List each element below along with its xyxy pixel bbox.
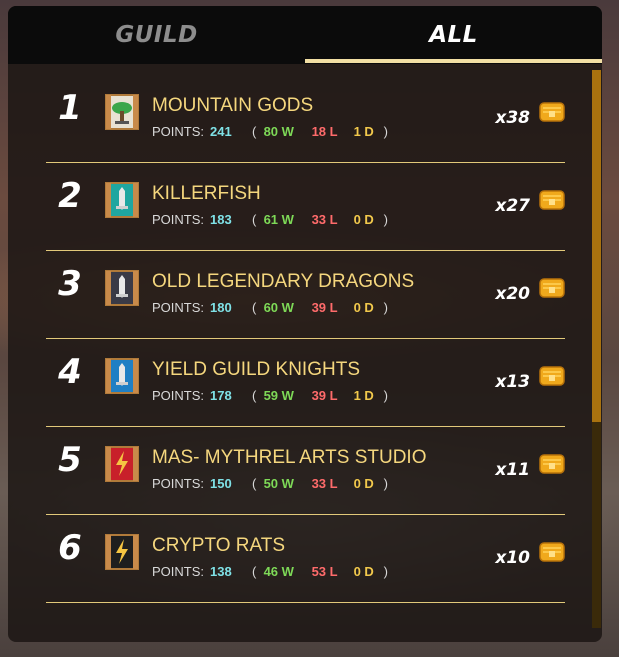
guild-stats: POINTS: 138( 46 W 53 L0 D) (152, 564, 388, 579)
scrollbar-thumb[interactable] (592, 70, 601, 422)
wins-value: 60 W (263, 300, 294, 315)
rank-number: 6 (58, 528, 82, 568)
reward-count: x13 (495, 372, 530, 392)
rank-number: 1 (58, 88, 82, 128)
rank-number: 3 (58, 264, 82, 304)
wins-value: 59 W (263, 388, 294, 403)
rank-number: 4 (58, 352, 82, 392)
points-label: POINTS: (152, 300, 205, 315)
guild-stats: POINTS: 183( 61 W 33 L0 D) (152, 212, 388, 227)
tree-banner-icon (105, 94, 139, 130)
list-item[interactable]: 3 OLD LEGENDARY DRAGONS POINTS: 180( 60 W… (46, 240, 565, 328)
reward-chest-icon (539, 102, 565, 122)
blue-banner-icon (105, 358, 139, 394)
reward-count: x38 (495, 108, 530, 128)
points-value: 183 (210, 212, 232, 227)
points-label: POINTS: (152, 124, 205, 139)
points-label: POINTS: (152, 212, 205, 227)
red-lightning-banner-icon (105, 446, 139, 482)
draws-value: 1 D (353, 388, 374, 403)
list-item[interactable]: 6 CRYPTO RATS POINTS: 138( 46 W 53 L0 D) x… (46, 504, 565, 592)
points-value: 180 (210, 300, 232, 315)
losses-value: 39 L (311, 388, 338, 403)
tab-bar: GUILD ALL (8, 6, 602, 64)
draws-value: 0 D (353, 476, 374, 491)
losses-value: 39 L (311, 300, 338, 315)
guild-name[interactable]: MAS- MYTHREL ARTS STUDIO (152, 447, 426, 469)
wins-value: 50 W (263, 476, 294, 491)
reward-count: x11 (495, 460, 530, 480)
leaderboard-panel: GUILD ALL 1 MOUNTAIN GODS POINTS: 241( 80… (8, 6, 602, 642)
guild-name[interactable]: YIELD GUILD KNIGHTS (152, 359, 360, 381)
list-item[interactable]: 1 MOUNTAIN GODS POINTS: 241( 80 W 18 L1 D)… (46, 64, 565, 152)
draws-value: 1 D (353, 124, 374, 139)
reward-count: x27 (495, 196, 530, 216)
points-value: 241 (210, 124, 232, 139)
wins-value: 46 W (263, 564, 294, 579)
guild-stats: POINTS: 241( 80 W 18 L1 D) (152, 124, 388, 139)
tab-all[interactable]: ALL (305, 6, 602, 64)
points-label: POINTS: (152, 476, 205, 491)
reward-count: x20 (495, 284, 530, 304)
wins-value: 80 W (263, 124, 294, 139)
guild-name[interactable]: CRYPTO RATS (152, 535, 285, 557)
reward-chest-icon (539, 454, 565, 474)
guild-leaderboard-list: 1 MOUNTAIN GODS POINTS: 241( 80 W 18 L1 D)… (8, 64, 602, 642)
guild-stats: POINTS: 150( 50 W 33 L0 D) (152, 476, 388, 491)
rank-number: 2 (58, 176, 82, 216)
teal-banner-icon (105, 182, 139, 218)
draws-value: 0 D (353, 212, 374, 227)
row-divider (46, 602, 565, 603)
points-value: 138 (210, 564, 232, 579)
rank-number: 5 (58, 440, 82, 480)
reward-chest-icon (539, 366, 565, 386)
reward-chest-icon (539, 190, 565, 210)
wins-value: 61 W (263, 212, 294, 227)
black-lightning-banner-icon (105, 534, 139, 570)
list-item[interactable]: 4 YIELD GUILD KNIGHTS POINTS: 178( 59 W 39… (46, 328, 565, 416)
losses-value: 33 L (311, 212, 338, 227)
guild-name[interactable]: MOUNTAIN GODS (152, 95, 313, 117)
points-value: 178 (210, 388, 232, 403)
list-item[interactable]: 2 KILLERFISH POINTS: 183( 61 W 33 L0 D) x2… (46, 152, 565, 240)
draws-value: 0 D (353, 300, 374, 315)
dark-banner-icon (105, 270, 139, 306)
guild-stats: POINTS: 180( 60 W 39 L0 D) (152, 300, 388, 315)
points-label: POINTS: (152, 564, 205, 579)
points-label: POINTS: (152, 388, 205, 403)
losses-value: 18 L (311, 124, 338, 139)
guild-name[interactable]: KILLERFISH (152, 183, 261, 205)
reward-chest-icon (539, 542, 565, 562)
guild-stats: POINTS: 178( 59 W 39 L1 D) (152, 388, 388, 403)
active-tab-indicator (305, 59, 602, 63)
reward-count: x10 (495, 548, 530, 568)
points-value: 150 (210, 476, 232, 491)
losses-value: 53 L (311, 564, 338, 579)
tab-guild[interactable]: GUILD (8, 6, 305, 64)
list-item[interactable]: 5 MAS- MYTHREL ARTS STUDIO POINTS: 150( 5… (46, 416, 565, 504)
draws-value: 0 D (353, 564, 374, 579)
reward-chest-icon (539, 278, 565, 298)
guild-name[interactable]: OLD LEGENDARY DRAGONS (152, 271, 414, 293)
losses-value: 33 L (311, 476, 338, 491)
